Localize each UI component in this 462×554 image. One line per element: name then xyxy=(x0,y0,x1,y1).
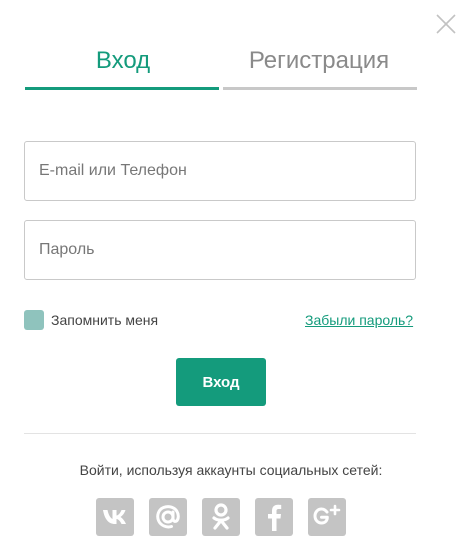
auth-tabs: Вход Регистрация xyxy=(25,42,417,90)
vk-login-button[interactable] xyxy=(96,498,134,536)
close-icon xyxy=(436,14,456,34)
remember-me-checkbox[interactable] xyxy=(24,310,44,330)
mailru-login-button[interactable] xyxy=(149,498,187,536)
login-modal: Вход Регистрация Запомнить меня Забыли п… xyxy=(0,0,462,554)
divider xyxy=(24,433,416,434)
email-phone-input[interactable] xyxy=(24,141,416,201)
odnoklassniki-icon xyxy=(212,503,230,530)
facebook-icon xyxy=(268,504,282,531)
login-submit-button[interactable]: Вход xyxy=(176,358,266,406)
mail-at-icon xyxy=(156,505,180,529)
tab-register[interactable]: Регистрация xyxy=(221,42,417,90)
social-login-caption: Войти, используя аккаунты социальных сет… xyxy=(79,462,383,478)
google-plus-login-button[interactable] xyxy=(308,498,346,536)
social-login-buttons xyxy=(96,498,346,536)
remember-me[interactable]: Запомнить меня xyxy=(24,310,158,330)
facebook-login-button[interactable] xyxy=(255,498,293,536)
forgot-password-link[interactable]: Забыли пароль? xyxy=(305,312,413,328)
vk-icon xyxy=(103,510,126,524)
odnoklassniki-login-button[interactable] xyxy=(202,498,240,536)
google-plus-icon xyxy=(313,504,341,525)
remember-me-label: Запомнить меня xyxy=(51,312,159,328)
close-button[interactable] xyxy=(434,12,458,36)
password-input[interactable] xyxy=(24,220,416,280)
tab-login[interactable]: Вход xyxy=(25,42,221,90)
